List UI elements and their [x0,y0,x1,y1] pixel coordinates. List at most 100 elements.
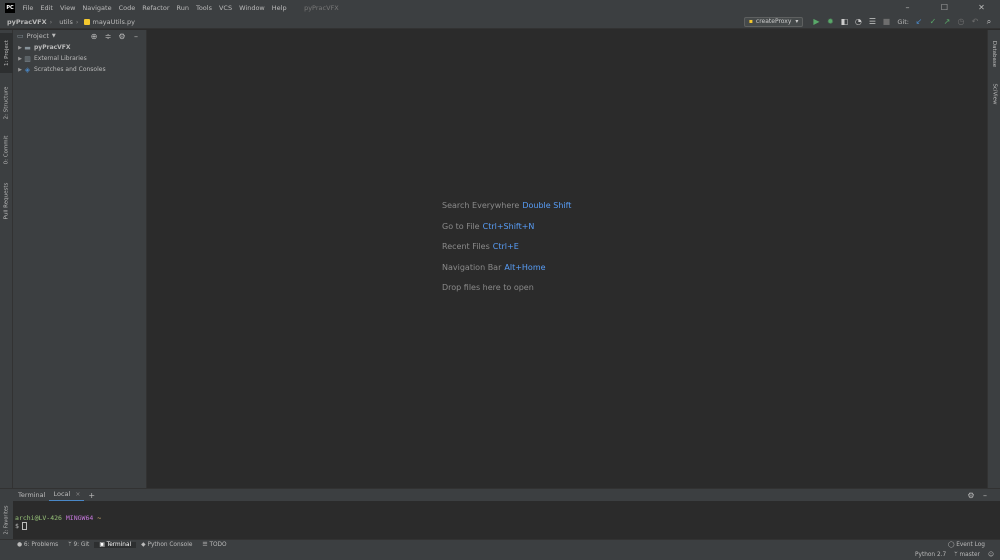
menu-run[interactable]: Run [173,4,192,12]
breadcrumb-project[interactable]: pyPracVFX [0,18,47,26]
menu-bar: PC File Edit View Navigate Code Refactor… [0,0,1000,15]
gear-icon[interactable]: ⚙ [964,491,978,500]
menu-window[interactable]: Window [236,4,269,12]
build-icon[interactable]: ☰ [865,17,879,26]
maximize-icon[interactable]: ☐ [926,3,963,12]
tool-tab-project[interactable]: 1: Project [0,33,13,73]
bottom-tool-tabs: ● 6: Problems ᛘ 9: Git ▣ Terminal ◆ Pyth… [0,539,1000,550]
hide-panel-icon[interactable]: – [129,32,143,41]
tool-tab-git[interactable]: ᛘ 9: Git [63,542,94,548]
chevron-right-icon[interactable]: ▶ [13,45,23,51]
tool-tab-todo[interactable]: ☰ TODO [197,542,231,548]
git-update-icon[interactable]: ↙ [912,17,926,26]
tool-tab-structure[interactable]: 2: Structure [0,80,13,126]
breadcrumb-file[interactable]: mayaUtils.py [92,18,135,26]
hint-navigation-bar: Navigation Bar Alt+Home [442,262,546,272]
collapse-all-icon[interactable]: ≑ [101,32,115,41]
terminal-path: ~ [97,514,102,522]
tool-tab-sciview[interactable]: SciView [988,78,1000,110]
project-panel-title[interactable]: Project [27,32,49,40]
gear-icon[interactable]: ⚙ [115,32,129,41]
tool-tab-python-console[interactable]: ◆ Python Console [136,542,197,548]
menu-refactor[interactable]: Refactor [139,4,173,12]
project-panel-header: ▭ Project ▼ ⊕ ≑ ⚙ – [13,30,146,42]
left-tool-strip: 1: Project 2: Structure 0: Commit Pull R… [0,30,13,488]
terminal-host: MINGW64 [65,514,94,522]
tree-item-external-libraries[interactable]: ▶ ▥ External Libraries [13,53,146,64]
terminal-cursor [21,522,27,530]
hint-shortcut: Ctrl+E [492,242,519,251]
run-config-label: createProxy [755,18,792,25]
hint-drop-files: Drop files here to open [442,283,534,292]
locate-file-icon[interactable]: ⊕ [87,32,101,41]
editor-hints: Search Everywhere Double Shift Go to File… [442,201,571,304]
git-commit-icon[interactable]: ✓ [926,17,940,26]
git-push-icon[interactable]: ↗ [940,17,954,26]
git-label: Git: [897,17,909,26]
terminal-output[interactable]: archi@LV-426 MINGW64 ~ $ [13,501,987,539]
chevron-down-icon[interactable]: ▼ [52,33,56,39]
close-icon[interactable]: ✕ [963,3,1000,12]
terminal-prompt-line: archi@LV-426 MINGW64 ~ [15,514,987,522]
tool-tab-favorites[interactable]: 2: Favorites [0,501,13,539]
tree-item-scratches[interactable]: ▶ ◈ Scratches and Consoles [13,64,146,75]
python-interpreter-status[interactable]: Python 2.7 [915,552,946,558]
folder-icon: ▬ [24,43,31,52]
history-icon[interactable]: ◷ [954,17,968,26]
tool-tab-commit[interactable]: 0: Commit [0,130,13,170]
tree-item-label: Scratches and Consoles [34,66,106,73]
hint-shortcut: Ctrl+Shift+N [482,221,535,231]
menu-code[interactable]: Code [115,4,139,12]
stop-icon[interactable]: ■ [879,17,893,26]
menu-vcs[interactable]: VCS [215,4,235,12]
event-log-button[interactable]: ◯ Event Log [948,542,1000,548]
terminal-prompt: $ [15,522,19,530]
close-icon[interactable]: × [75,491,80,498]
menu-help[interactable]: Help [268,4,290,12]
git-branch-status[interactable]: ᛘ master [954,552,980,558]
terminal-tab-local[interactable]: Local × [49,489,85,502]
rollback-icon[interactable]: ↶ [968,17,982,26]
coverage-icon[interactable]: ◧ [837,17,851,26]
python-file-icon [84,18,91,25]
profile-icon[interactable]: ◔ [851,17,865,26]
tool-tab-pull-requests[interactable]: Pull Requests [0,176,13,226]
menu-view[interactable]: View [56,4,78,12]
menu-navigate[interactable]: Navigate [79,4,115,12]
breadcrumb-folder[interactable]: utils [52,18,73,26]
run-config-dropdown[interactable]: ▪ createProxy ▾ [743,16,804,27]
hint-recent-files: Recent Files Ctrl+E [442,242,519,251]
chevron-right-icon[interactable]: ▶ [13,56,23,62]
project-panel-tools: ⊕ ≑ ⚙ – [87,32,146,41]
editor-area[interactable]: Search Everywhere Double Shift Go to File… [147,30,987,488]
tree-item-label: pyPracVFX [34,44,71,51]
breadcrumb-separator: › [75,17,79,26]
project-panel: ▭ Project ▼ ⊕ ≑ ⚙ – ▶ ▬ pyPracVFX ▶ ▥ Ex… [13,30,147,488]
python-config-icon: ▪ [748,18,753,25]
tool-tab-terminal[interactable]: ▣ Terminal [94,542,137,548]
add-tab-icon[interactable]: + [88,491,95,500]
menu-edit[interactable]: Edit [37,4,57,12]
status-bar: Python 2.7 ᛘ master ☺ [0,550,1000,560]
search-icon[interactable]: ⌕ [982,17,996,27]
hint-search-everywhere: Search Everywhere Double Shift [442,201,572,210]
hint-shortcut: Alt+Home [504,262,546,272]
chevron-right-icon[interactable]: ▶ [13,67,23,73]
menu-file[interactable]: File [19,4,37,12]
tree-item-label: External Libraries [34,55,87,62]
main-toolbar: ▪ createProxy ▾ ▶ ✹ ◧ ◔ ☰ ■ Git: ↙ ✓ ↗ ◷… [743,16,1000,27]
window-controls: – ☐ ✕ [889,3,1000,12]
terminal-input-line[interactable]: $ [15,522,987,530]
menu-tools[interactable]: Tools [192,4,215,12]
run-icon[interactable]: ▶ [809,17,823,26]
debug-icon[interactable]: ✹ [823,17,837,26]
navigation-bar: pyPracVFX › utils › mayaUtils.py ▪ creat… [0,15,1000,29]
notifications-icon[interactable]: ☺ [988,552,994,558]
tool-tab-problems[interactable]: ● 6: Problems [0,542,63,548]
scratch-icon: ◈ [24,65,31,74]
tree-item-project-root[interactable]: ▶ ▬ pyPracVFX [13,42,146,53]
minimize-icon[interactable]: – [889,3,926,12]
tool-tab-database[interactable]: Database [988,36,1000,72]
hide-panel-icon[interactable]: – [978,491,992,500]
pycharm-logo-icon: PC [5,2,15,13]
